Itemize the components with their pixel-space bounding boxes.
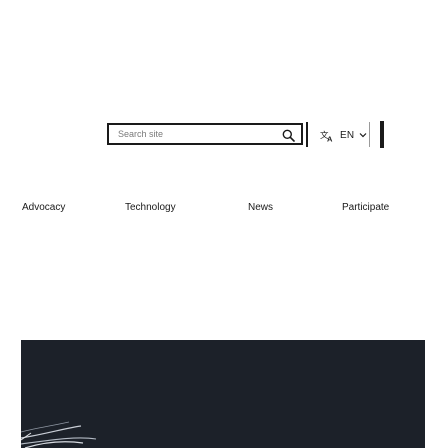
language-switcher[interactable]: 文 A EN <box>320 126 367 144</box>
search-button[interactable] <box>278 126 298 144</box>
nav-item-news[interactable]: News <box>248 202 273 213</box>
search-box[interactable] <box>107 123 303 145</box>
nav-item-technology[interactable]: Technology <box>125 202 176 213</box>
svg-text:A: A <box>327 134 333 142</box>
menu-bar-icon[interactable] <box>380 121 384 148</box>
search-icon <box>282 129 295 142</box>
hero-banner <box>21 340 425 448</box>
chevron-down-icon <box>359 133 367 138</box>
search-input[interactable] <box>118 127 258 141</box>
header-divider <box>306 122 308 147</box>
nav-item-advocacy[interactable]: Advocacy <box>22 202 65 213</box>
nav-item-participate[interactable]: Participate <box>342 202 389 213</box>
page: 文 A EN Advocacy Technology News Particip… <box>0 0 448 448</box>
translate-icon: 文 A <box>320 130 333 142</box>
abstract-lines-image <box>21 421 97 448</box>
language-label: EN <box>340 129 355 141</box>
language-separator <box>369 122 370 147</box>
